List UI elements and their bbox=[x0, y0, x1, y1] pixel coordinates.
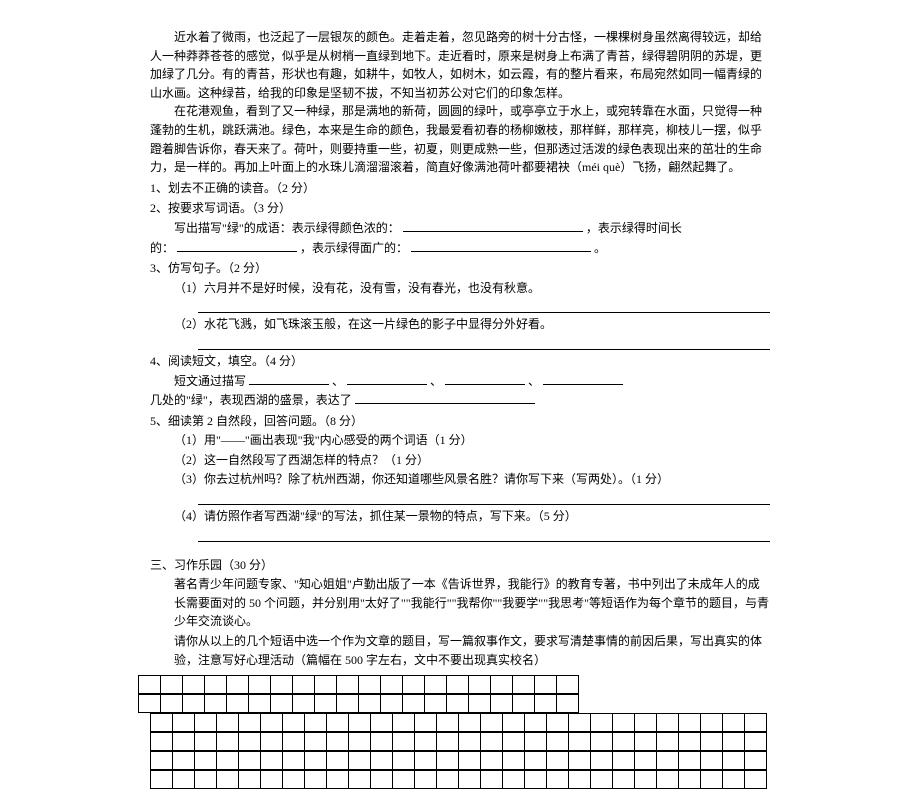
q4-sep2: 、 bbox=[430, 374, 442, 388]
q4-l1-pre: 短文通过描写 bbox=[174, 374, 246, 388]
question-5: 5、细读第 2 自然段，回答问题。（8 分） （1）用"——"画出表现"我"内心… bbox=[150, 412, 770, 542]
question-1: 1、划去不正确的读音。（2 分） bbox=[150, 179, 770, 198]
q2-line1: 写出描写"绿"的成语：表示绿得颜色浓的： ，表示绿得时间长 bbox=[150, 219, 770, 238]
q3-blank-2[interactable] bbox=[198, 336, 770, 350]
q5-blank-2[interactable] bbox=[198, 528, 770, 542]
q4-blank-e[interactable] bbox=[355, 393, 535, 404]
q5-sub3: （3）你去过杭州吗？除了杭州西湖，你还知道哪些风景名胜？请你写下来（写两处）。（… bbox=[150, 470, 770, 489]
grid-row-1[interactable] bbox=[138, 675, 579, 694]
reading-passage: 近水着了微雨，也泛起了一层银灰的颜色。走着走着，忽见路旁的树十分古怪，一棵棵树身… bbox=[150, 28, 770, 177]
q4-line1: 短文通过描写 、 、 、 bbox=[150, 372, 770, 391]
passage-para-1: 近水着了微雨，也泛起了一层银灰的颜色。走着走着，忽见路旁的树十分古怪，一棵棵树身… bbox=[150, 28, 770, 102]
q2-l1-pre: 写出描写"绿"的成语：表示绿得颜色浓的： bbox=[174, 221, 400, 235]
q2-l1-post: ，表示绿得时间长 bbox=[586, 221, 682, 235]
q5-title: 5、细读第 2 自然段，回答问题。（8 分） bbox=[150, 412, 770, 431]
essay-para-2: 请你从以上的几个短语中选一个作为文章的题目，写一篇叙事作文，要求写清楚事情的前因… bbox=[150, 632, 770, 669]
q3-title: 3、仿写句子。（2 分） bbox=[150, 259, 770, 278]
passage-para-2: 在花港观鱼，看到了又一种绿，那是满地的新荷，圆圆的绿叶，或亭亭立于水上，或宛转靠… bbox=[150, 102, 770, 176]
q5-blank-1[interactable] bbox=[198, 491, 770, 505]
question-2: 2、按要求写词语。（3 分） 写出描写"绿"的成语：表示绿得颜色浓的： ，表示绿… bbox=[150, 199, 770, 257]
q2-blank-3[interactable] bbox=[411, 241, 591, 252]
q2-blank-1[interactable] bbox=[403, 221, 583, 232]
q4-l2-pre: 几处的"绿"，表现西湖的盛景，表达了 bbox=[150, 393, 352, 407]
q2-line2: 的： ，表示绿得面广的： 。 bbox=[150, 239, 770, 258]
q4-sep1: 、 bbox=[332, 374, 344, 388]
q3-sub1: （1）六月并不是好时候，没有花，没有雪，没有春光，也没有秋意。 bbox=[150, 279, 770, 298]
grid-row-3[interactable] bbox=[150, 713, 767, 732]
q4-blank-c[interactable] bbox=[445, 374, 525, 385]
q3-blank-1[interactable] bbox=[198, 299, 770, 313]
q3-sub2: （2）水花飞溅，如飞珠滚玉般，在这一片绿色的影子中显得分外好看。 bbox=[150, 315, 770, 334]
essay-para-1: 著名青少年问题专家、"知心姐姐"卢勤出版了一本《告诉世界，我能行》的教育专著，书… bbox=[150, 575, 770, 631]
grid-row-2[interactable] bbox=[138, 694, 579, 713]
q5-sub4: （4）请仿照作者写西湖"绿"的写法，抓住某一景物的特点，写下来。（5 分） bbox=[150, 507, 770, 526]
q4-sep3: 、 bbox=[528, 374, 540, 388]
q4-blank-b[interactable] bbox=[347, 374, 427, 385]
q2-blank-2[interactable] bbox=[177, 241, 297, 252]
q2-l2-post: 。 bbox=[594, 241, 606, 255]
grid-row-6[interactable] bbox=[150, 770, 767, 789]
question-4: 4、阅读短文，填空。（4 分） 短文通过描写 、 、 、 几处的"绿"，表现西湖… bbox=[150, 352, 770, 410]
q2-title: 2、按要求写词语。（3 分） bbox=[150, 199, 770, 218]
grid-row-5[interactable] bbox=[150, 751, 767, 770]
q5-sub1: （1）用"——"画出表现"我"内心感受的两个词语（1 分） bbox=[150, 431, 770, 450]
essay-section: 三、习作乐园（30 分） 著名青少年问题专家、"知心姐姐"卢勤出版了一本《告诉世… bbox=[150, 556, 770, 789]
essay-grid[interactable] bbox=[150, 675, 770, 789]
essay-heading: 三、习作乐园（30 分） bbox=[150, 556, 770, 575]
q4-blank-d[interactable] bbox=[543, 374, 623, 385]
q2-l2-pre: 的： bbox=[150, 241, 174, 255]
q4-title: 4、阅读短文，填空。（4 分） bbox=[150, 352, 770, 371]
q1-title: 1、划去不正确的读音。（2 分） bbox=[150, 179, 770, 198]
q2-l2-mid: ，表示绿得面广的： bbox=[300, 241, 408, 255]
q5-sub2: （2）这一自然段写了西湖怎样的特点？（1 分） bbox=[150, 451, 770, 470]
grid-row-4[interactable] bbox=[150, 732, 767, 751]
q4-line2: 几处的"绿"，表现西湖的盛景，表达了 bbox=[150, 391, 770, 410]
q4-blank-a[interactable] bbox=[249, 374, 329, 385]
question-3: 3、仿写句子。（2 分） （1）六月并不是好时候，没有花，没有雪，没有春光，也没… bbox=[150, 259, 770, 350]
